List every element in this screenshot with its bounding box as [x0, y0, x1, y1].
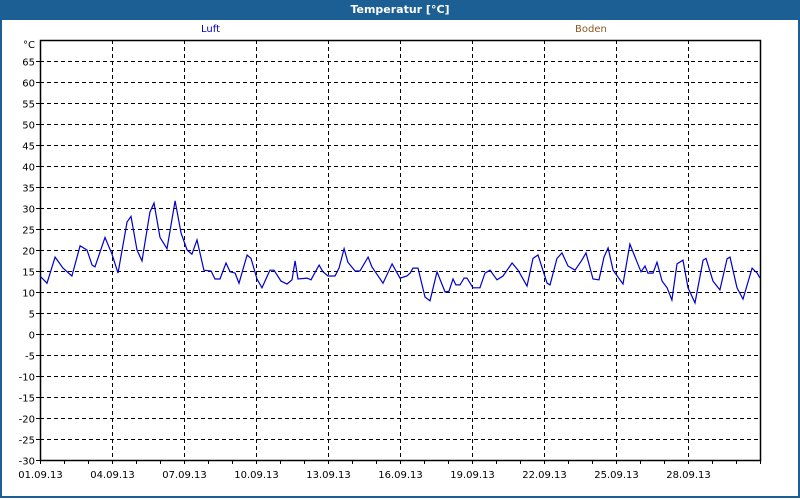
x-tick-label: 04.09.13 — [90, 470, 135, 481]
y-tick-label: 15 — [22, 268, 35, 279]
x-tick-label: 22.09.13 — [522, 470, 567, 481]
y-tick-label: 30 — [22, 205, 35, 216]
y-tick-label: 0 — [29, 331, 35, 342]
x-tick-label: 07.09.13 — [162, 470, 207, 481]
y-tick-label: -5 — [25, 352, 35, 363]
x-tick-label: 25.09.13 — [594, 470, 639, 481]
y-tick-label: -30 — [19, 457, 35, 468]
y-axis-unit: °C — [23, 40, 35, 51]
temperature-chart: -30 -25 -20 -15 -10 -5 0 5 10 15 20 25 30 35 40 45 50 55 6… — [18, 39, 762, 481]
y-tick-label: 50 — [22, 121, 35, 132]
x-tick-label: 01.09.13 — [18, 470, 63, 481]
y-tick-label: 60 — [22, 79, 35, 90]
y-tick-label: -15 — [19, 394, 35, 405]
y-tick-label: 25 — [22, 226, 35, 237]
y-tick-label: -25 — [19, 436, 35, 447]
y-tick-label: 35 — [22, 184, 35, 195]
y-tick-label: 20 — [22, 247, 35, 258]
x-tick-label: 16.09.13 — [378, 470, 423, 481]
x-tick-label: 19.09.13 — [450, 470, 495, 481]
y-tick-label: 65 — [22, 58, 35, 69]
x-tick-label: 10.09.13 — [234, 470, 279, 481]
x-tick-label: 13.09.13 — [306, 470, 351, 481]
y-tick-label: 55 — [22, 100, 35, 111]
y-tick-label: -20 — [19, 415, 35, 426]
y-tick-label: 5 — [29, 310, 35, 321]
y-tick-label: 45 — [22, 142, 35, 153]
y-tick-label: 10 — [22, 289, 35, 300]
y-tick-label: 40 — [22, 163, 35, 174]
y-tick-label: -10 — [19, 373, 35, 384]
x-tick-label: 28.09.13 — [666, 470, 711, 481]
